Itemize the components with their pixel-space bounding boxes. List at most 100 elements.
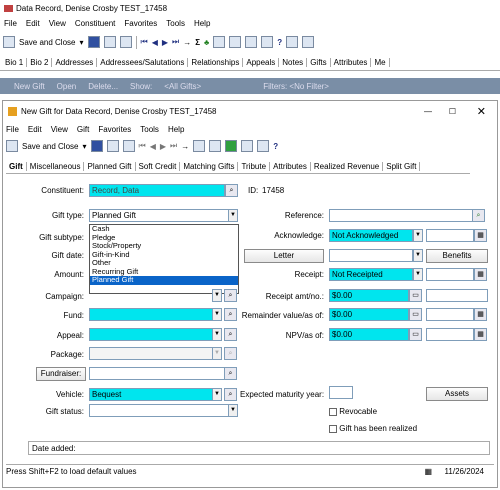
inner-menu-view[interactable]: View — [51, 125, 68, 134]
benefits-button[interactable]: Benefits — [426, 249, 488, 263]
next-record-icon[interactable]: ▶ — [162, 38, 168, 47]
receipt-number-field[interactable] — [426, 289, 488, 302]
gift-type-select[interactable]: Planned Gift — [89, 209, 229, 222]
first-record-icon[interactable]: ⏮ — [141, 37, 148, 47]
inner-help-icon[interactable]: ? — [273, 142, 278, 151]
inner-link-icon[interactable] — [209, 140, 222, 152]
tab-tribute[interactable]: Tribute — [238, 162, 271, 171]
gift-type-option-selected[interactable]: Planned Gift — [90, 275, 238, 285]
open-gift-button[interactable]: Open — [57, 82, 77, 91]
mail-icon[interactable] — [261, 36, 274, 48]
inner-goto-icon[interactable]: → — [181, 142, 189, 151]
maximize-icon[interactable]: ☐ — [449, 107, 456, 116]
sum-icon[interactable]: Σ — [195, 38, 200, 47]
tab-bio2[interactable]: Bio 2 — [27, 58, 53, 67]
remainder-calendar-icon[interactable]: ▦ — [474, 308, 487, 321]
remainder-date-field[interactable] — [426, 308, 474, 321]
assets-button[interactable]: Assets — [426, 387, 488, 401]
notes-icon[interactable] — [213, 36, 226, 48]
inner-report-icon[interactable] — [241, 140, 254, 152]
fund-chevron-down-icon[interactable]: ▼ — [212, 308, 222, 321]
realized-checkbox[interactable]: Gift has been realized — [329, 424, 417, 433]
last-record-icon[interactable]: ⏭ — [172, 37, 179, 47]
page-icon[interactable] — [302, 36, 315, 48]
package-field[interactable] — [89, 347, 213, 360]
tab-appeals[interactable]: Appeals — [243, 58, 280, 67]
save-icon[interactable] — [87, 36, 100, 48]
close-icon[interactable]: ✕ — [477, 105, 486, 118]
inner-copy-icon[interactable] — [193, 140, 206, 152]
inner-chart-icon[interactable] — [257, 140, 270, 152]
tree-icon[interactable]: ♣ — [204, 38, 209, 47]
letter-select[interactable] — [329, 249, 413, 262]
inner-save-close-button[interactable]: Save and Close — [22, 142, 78, 151]
npv-calendar-icon[interactable]: ▦ — [474, 328, 487, 341]
tab-bio1[interactable]: Bio 1 — [2, 58, 28, 67]
npv-field[interactable]: $0.00 — [329, 328, 409, 341]
menu-edit[interactable]: Edit — [26, 19, 40, 28]
gift-status-chevron-down-icon[interactable]: ▼ — [228, 404, 238, 417]
inner-calc-icon[interactable] — [225, 140, 238, 152]
help-icon[interactable]: ? — [277, 38, 282, 47]
vehicle-search-icon[interactable]: ⌕ — [224, 388, 237, 401]
tab-relationships[interactable]: Relationships — [188, 58, 244, 67]
reference-field[interactable] — [329, 209, 473, 222]
inner-save-icon[interactable] — [90, 140, 103, 152]
inner-prev-icon[interactable]: ◀ — [150, 142, 156, 151]
tab-addresses[interactable]: Addresses — [52, 58, 98, 67]
gift-type-chevron-down-icon[interactable]: ▼ — [228, 209, 238, 222]
report-icon[interactable] — [229, 36, 242, 48]
receipt-calendar-icon[interactable]: ▦ — [474, 268, 487, 281]
gift-type-option[interactable]: Gift-in-Kind — [90, 250, 238, 260]
package-search-icon[interactable]: ⌕ — [224, 347, 237, 360]
tab-attributes[interactable]: Attributes — [331, 58, 372, 67]
constituent-search-icon[interactable]: ⌕ — [225, 184, 238, 197]
constituent-field[interactable]: Record, Data — [89, 184, 225, 197]
inner-properties-icon[interactable] — [122, 140, 135, 152]
vehicle-select[interactable]: Bequest — [89, 388, 213, 401]
inner-menu-tools[interactable]: Tools — [140, 125, 159, 134]
acknowledge-chevron-down-icon[interactable]: ▼ — [413, 229, 423, 242]
inner-dropdown-arrow-icon[interactable]: ▾ — [82, 142, 86, 151]
maturity-year-field[interactable] — [329, 386, 353, 399]
npv-date-field[interactable] — [426, 328, 474, 341]
filters-button[interactable]: Filters: <No Filter> — [263, 82, 329, 91]
new-gift-button[interactable]: New Gift — [14, 82, 45, 91]
inner-next-icon[interactable]: ▶ — [160, 142, 166, 151]
campaign-chevron-down-icon[interactable]: ▼ — [212, 289, 222, 302]
fundraiser-button[interactable]: Fundraiser: — [36, 367, 86, 381]
tab-gift-attributes[interactable]: Attributes — [270, 162, 311, 171]
menu-constituent[interactable]: Constituent — [75, 19, 115, 28]
tab-addressees[interactable]: Addressees/Salutations — [97, 58, 189, 67]
acknowledge-select[interactable]: Not Acknowledged — [329, 229, 413, 242]
acknowledge-calendar-icon[interactable]: ▦ — [474, 229, 487, 242]
inner-print-icon[interactable] — [106, 140, 119, 152]
inner-menu-edit[interactable]: Edit — [28, 125, 42, 134]
tab-split-gift[interactable]: Split Gift — [383, 162, 421, 171]
appeal-search-icon[interactable]: ⌕ — [224, 328, 237, 341]
letter-chevron-down-icon[interactable]: ▼ — [413, 249, 423, 262]
chart-icon[interactable] — [245, 36, 258, 48]
campaign-search-icon[interactable]: ⌕ — [224, 289, 237, 302]
tab-matching-gifts[interactable]: Matching Gifts — [180, 162, 239, 171]
tab-gifts[interactable]: Gifts — [307, 58, 331, 67]
goto-icon[interactable]: → — [183, 38, 191, 47]
receipt-select[interactable]: Not Receipted — [329, 268, 413, 281]
receipt-date-field[interactable] — [426, 268, 474, 281]
revocable-checkbox[interactable]: Revocable — [329, 407, 377, 416]
tab-notes[interactable]: Notes — [279, 58, 308, 67]
receipt-chevron-down-icon[interactable]: ▼ — [413, 268, 423, 281]
inner-menu-file[interactable]: File — [6, 125, 19, 134]
package-chevron-down-icon[interactable]: ▼ — [212, 347, 222, 360]
menu-help[interactable]: Help — [194, 19, 210, 28]
receipt-amt-field[interactable]: $0.00 — [329, 289, 409, 302]
inner-menu-gift[interactable]: Gift — [77, 125, 89, 134]
tab-more[interactable]: Me — [371, 58, 390, 67]
inner-first-icon[interactable]: ⏮ — [139, 141, 146, 151]
inner-menu-help[interactable]: Help — [168, 125, 184, 134]
properties-icon[interactable] — [119, 36, 132, 48]
vehicle-chevron-down-icon[interactable]: ▼ — [212, 388, 222, 401]
delete-gift-button[interactable]: Delete... — [88, 82, 118, 91]
appeal-chevron-down-icon[interactable]: ▼ — [212, 328, 222, 341]
menu-favorites[interactable]: Favorites — [124, 19, 157, 28]
